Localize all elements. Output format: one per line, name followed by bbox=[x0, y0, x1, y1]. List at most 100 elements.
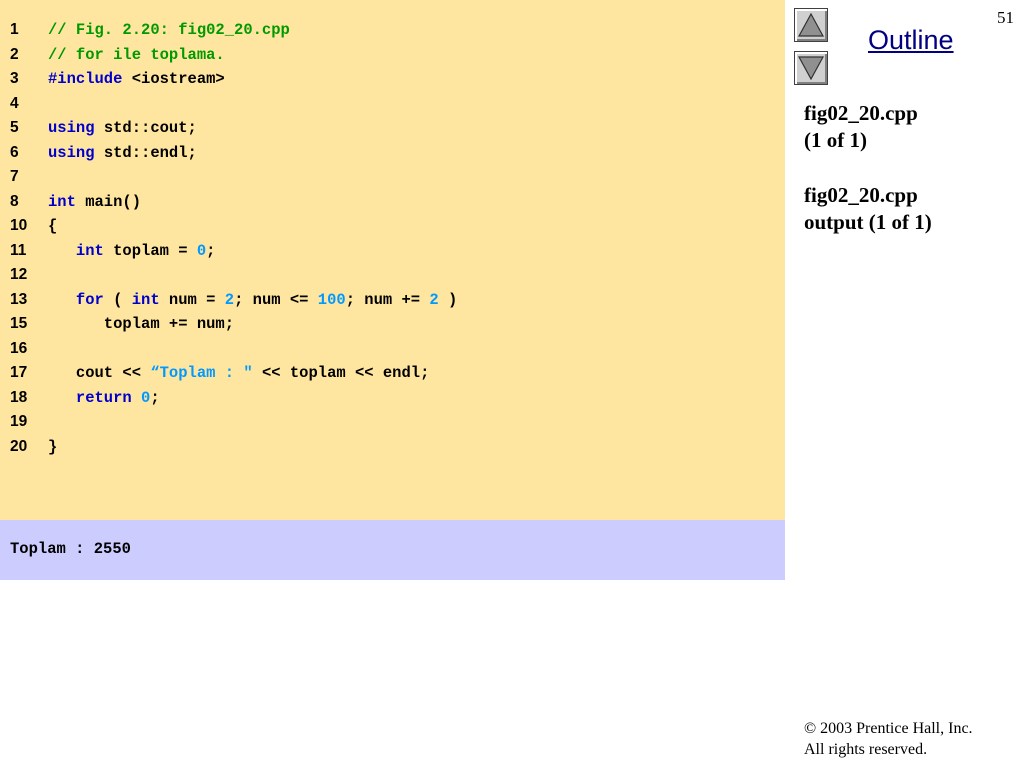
line-number: 12 bbox=[10, 266, 28, 283]
line-number: 3 bbox=[10, 70, 19, 87]
line-number: 6 bbox=[10, 143, 19, 161]
code-token-number: 0 bbox=[141, 388, 151, 407]
code-token-plain: main() bbox=[75, 192, 142, 211]
code-token-plain: cout << bbox=[48, 364, 151, 382]
line-number: 10 bbox=[10, 217, 28, 234]
line-number: 11 bbox=[10, 241, 27, 259]
triangle-down-icon bbox=[797, 56, 825, 81]
code-token-number: 0 bbox=[196, 241, 207, 260]
sidebar-page-label-2: output (1 of 1) bbox=[804, 210, 932, 234]
code-token-plain: num = bbox=[159, 290, 225, 309]
code-panel: 1 // Fig. 2.20: fig02_20.cpp 2 // for ile t… bbox=[0, 0, 785, 520]
code-text: // Fig. 2.20: fig02_20.cpp bbox=[48, 18, 290, 42]
code-text: cout << “Toplam : " << toplam << endl; bbox=[48, 361, 430, 385]
line-number: 13 bbox=[10, 290, 28, 308]
code-line: 20} bbox=[0, 435, 785, 459]
code-token-plain: std::endl; bbox=[94, 143, 197, 162]
rights-line: All rights reserved. bbox=[804, 741, 928, 758]
outline-link[interactable]: Outline bbox=[868, 25, 954, 56]
code-line: 12 bbox=[0, 263, 785, 287]
code-token-plain: } bbox=[48, 437, 58, 456]
line-number: 7 bbox=[10, 168, 19, 185]
code-token-keyword: return bbox=[75, 388, 132, 407]
program-output-panel: Toplam : 2550 bbox=[0, 520, 785, 580]
code-token-keyword: using bbox=[48, 119, 95, 137]
line-number: 2 bbox=[10, 45, 19, 63]
code-token-keyword: int bbox=[48, 192, 76, 211]
code-line: 16 bbox=[0, 337, 785, 361]
code-token-plain: << toplam << endl; bbox=[252, 364, 430, 382]
code-line: 6 using std::endl; bbox=[0, 141, 785, 165]
code-token-keyword: #include bbox=[48, 70, 123, 88]
code-text: #include <iostream> bbox=[48, 67, 225, 91]
line-number: 4 bbox=[10, 94, 19, 112]
line-number: 8 bbox=[10, 192, 19, 210]
sidebar-page-label-1: (1 of 1) bbox=[804, 128, 867, 152]
code-line: 3 #include <iostream> bbox=[0, 67, 785, 91]
line-number: 15 bbox=[10, 315, 28, 332]
code-text: int main() bbox=[48, 190, 141, 214]
code-token-plain: toplam += num; bbox=[48, 315, 235, 333]
code-line: 13 for ( int num = 2; num <= 100; num +=… bbox=[0, 288, 785, 312]
code-token-plain: ; num <= bbox=[234, 290, 318, 309]
code-token-plain: ; num += bbox=[345, 290, 430, 309]
copyright-line: © 2003 Prentice Hall, Inc. bbox=[804, 720, 973, 737]
code-token-number: 2 bbox=[429, 290, 439, 309]
code-line: 5 using std::cout; bbox=[0, 116, 785, 140]
code-token-comment: // Fig. 2.20: fig02_20.cpp bbox=[48, 21, 290, 39]
code-text: { bbox=[48, 214, 57, 238]
code-line: 8 int main() bbox=[0, 190, 785, 214]
next-slide-button[interactable] bbox=[794, 51, 828, 85]
code-token-keyword: using bbox=[48, 143, 95, 162]
line-number: 1 bbox=[10, 21, 19, 38]
code-line: 19 bbox=[0, 410, 785, 434]
code-line: 17 cout << “Toplam : " << toplam << endl… bbox=[0, 361, 785, 385]
line-number: 17 bbox=[10, 364, 28, 381]
code-line: 2 // for ile toplama. bbox=[0, 43, 785, 67]
line-number: 19 bbox=[10, 413, 28, 430]
code-token-plain: { bbox=[48, 217, 58, 235]
code-token-string: “Toplam : " bbox=[150, 364, 253, 382]
triangle-up-icon bbox=[797, 12, 825, 37]
code-token-number: 2 bbox=[224, 290, 235, 309]
code-line: 18 return 0; bbox=[0, 386, 785, 410]
sidebar-file-label-1: fig02_20.cpp bbox=[804, 101, 918, 125]
copyright-notice: © 2003 Prentice Hall, Inc. All rights re… bbox=[804, 718, 973, 760]
line-number: 16 bbox=[10, 339, 28, 357]
code-line: 7 bbox=[0, 165, 785, 189]
code-token-plain: <iostream> bbox=[122, 70, 225, 88]
code-token-plain: ( bbox=[103, 290, 132, 309]
code-text: using std::endl; bbox=[48, 141, 197, 165]
program-output-text: Toplam : 2550 bbox=[10, 540, 131, 558]
code-token-plain: ; bbox=[206, 241, 216, 260]
line-number: 20 bbox=[10, 437, 28, 455]
code-token-plain: toplam = bbox=[103, 241, 197, 260]
code-token-comment: // for ile toplama. bbox=[48, 45, 225, 64]
code-text: using std::cout; bbox=[48, 116, 197, 140]
code-text: int toplam = 0; bbox=[48, 239, 216, 263]
code-token-plain: std::cout; bbox=[94, 119, 197, 137]
code-line: 1 // Fig. 2.20: fig02_20.cpp bbox=[0, 18, 785, 42]
previous-slide-button[interactable] bbox=[794, 8, 828, 42]
code-text: // for ile toplama. bbox=[48, 43, 225, 67]
code-line: 15 toplam += num; bbox=[0, 312, 785, 336]
code-text: return 0; bbox=[48, 386, 160, 410]
sidebar-file-label-2: fig02_20.cpp bbox=[804, 183, 918, 207]
code-token-keyword: int bbox=[131, 290, 160, 309]
slide-number: 51 bbox=[997, 8, 1014, 27]
code-line: 10 { bbox=[0, 214, 785, 238]
code-line: 4 bbox=[0, 92, 785, 116]
code-text: for ( int num = 2; num <= 100; num += 2 … bbox=[48, 288, 457, 312]
code-text: toplam += num; bbox=[48, 312, 234, 336]
code-line: 11 int toplam = 0; bbox=[0, 239, 785, 263]
code-token-keyword: int bbox=[75, 241, 104, 260]
code-token-number: 100 bbox=[317, 290, 346, 309]
code-token-plain: ) bbox=[438, 290, 458, 309]
code-text: } bbox=[48, 435, 57, 459]
code-token-plain: ; bbox=[150, 388, 160, 407]
code-token-keyword: for bbox=[75, 290, 104, 309]
